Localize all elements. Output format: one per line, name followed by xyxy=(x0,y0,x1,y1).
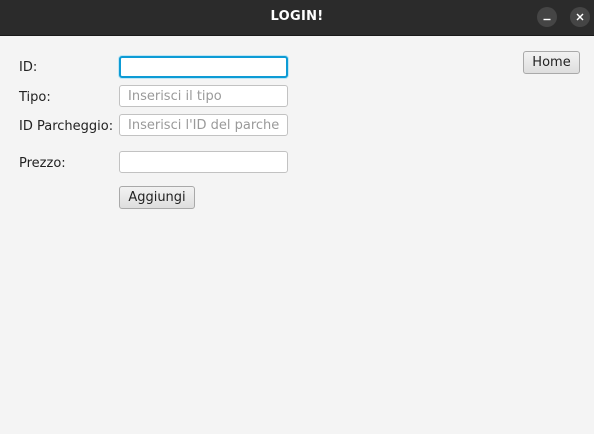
window-titlebar: LOGIN! xyxy=(0,0,594,36)
minimize-icon xyxy=(542,12,552,22)
tipo-label: Tipo: xyxy=(19,90,51,105)
add-button[interactable]: Aggiungi xyxy=(119,186,195,209)
tipo-input[interactable] xyxy=(119,85,288,107)
close-icon xyxy=(575,12,585,22)
home-button[interactable]: Home xyxy=(523,51,580,74)
id-label: ID: xyxy=(19,60,38,75)
window-title: LOGIN! xyxy=(270,9,324,24)
prezzo-input[interactable] xyxy=(119,151,288,173)
parcheggio-id-input[interactable] xyxy=(119,114,288,136)
form-area: ID: Tipo: ID Parcheggio: Prezzo: Aggiung… xyxy=(0,36,594,434)
minimize-button[interactable] xyxy=(537,7,557,27)
parcheggio-id-label: ID Parcheggio: xyxy=(19,119,114,134)
id-input[interactable] xyxy=(119,56,288,78)
close-button[interactable] xyxy=(570,7,590,27)
prezzo-label: Prezzo: xyxy=(19,156,66,171)
